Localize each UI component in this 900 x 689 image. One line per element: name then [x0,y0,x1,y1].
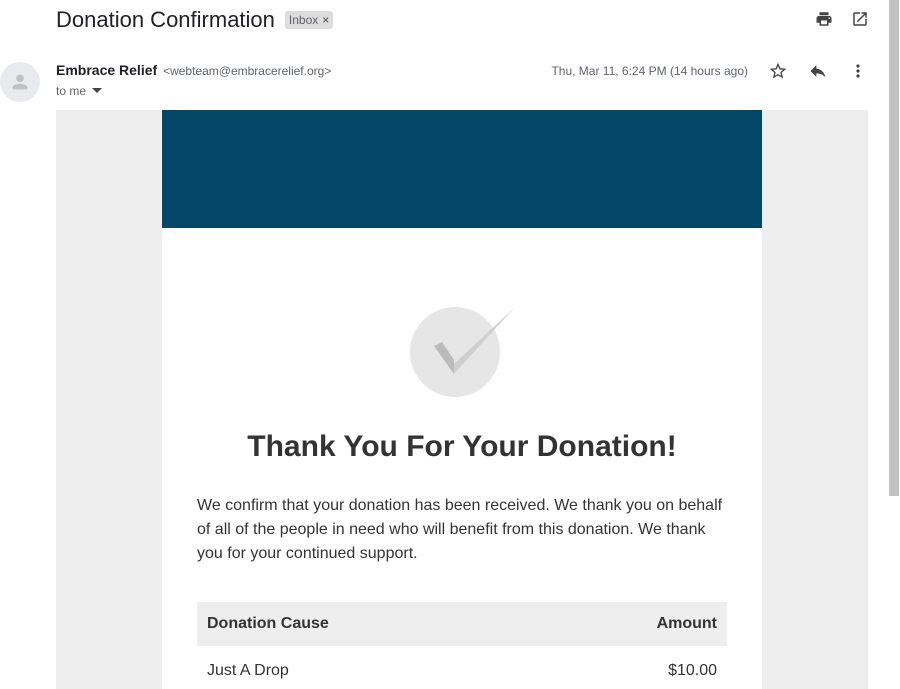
donation-table-header: Donation Cause Amount [197,602,727,646]
sender-avatar[interactable] [0,62,40,102]
subject-row: Donation Confirmation Inbox × [56,6,334,34]
thank-you-heading: Thank You For Your Donation! [247,430,677,463]
message-date: Thu, Mar 11, 6:24 PM (14 hours ago) [551,64,748,78]
sender-name[interactable]: Embrace Relief [56,62,157,78]
top-toolbar [814,8,870,30]
email-card: Thank You For Your Donation! We confirm … [162,110,762,689]
column-header-amount: Amount [656,615,717,632]
star-icon[interactable] [768,60,788,82]
column-header-cause: Donation Cause [207,615,329,632]
recipient-details-toggle[interactable]: to me [56,84,103,98]
label-chip-text: Inbox [288,12,319,27]
donation-amount-cell: $10.00 [668,662,717,679]
scrollbar-thumb[interactable] [889,0,899,496]
email-header-banner [162,110,762,228]
chevron-down-icon [92,88,103,93]
confirmation-message: We confirm that your donation has been r… [197,497,723,562]
sender-row: Embrace Relief <webteam@embracerelief.or… [56,62,331,78]
scrollbar[interactable] [888,0,900,689]
person-icon [12,74,28,90]
sender-email: <webteam@embracerelief.org> [163,64,332,78]
email-body-frame: Thank You For Your Donation! We confirm … [56,110,868,689]
donation-cause-cell: Just A Drop [207,662,289,679]
recipient-text: to me [56,84,87,98]
email-subject: Donation Confirmation [56,7,275,32]
label-chip-inbox[interactable]: Inbox × [284,11,334,29]
checkmark-icon [408,296,518,401]
remove-label-button[interactable]: × [322,13,329,27]
print-icon[interactable] [814,8,834,30]
open-in-new-icon[interactable] [850,8,870,30]
table-row: Just A Drop $10.00 [197,654,727,688]
reply-icon[interactable] [808,60,828,82]
more-vert-icon[interactable] [848,60,868,82]
message-actions [768,60,868,82]
